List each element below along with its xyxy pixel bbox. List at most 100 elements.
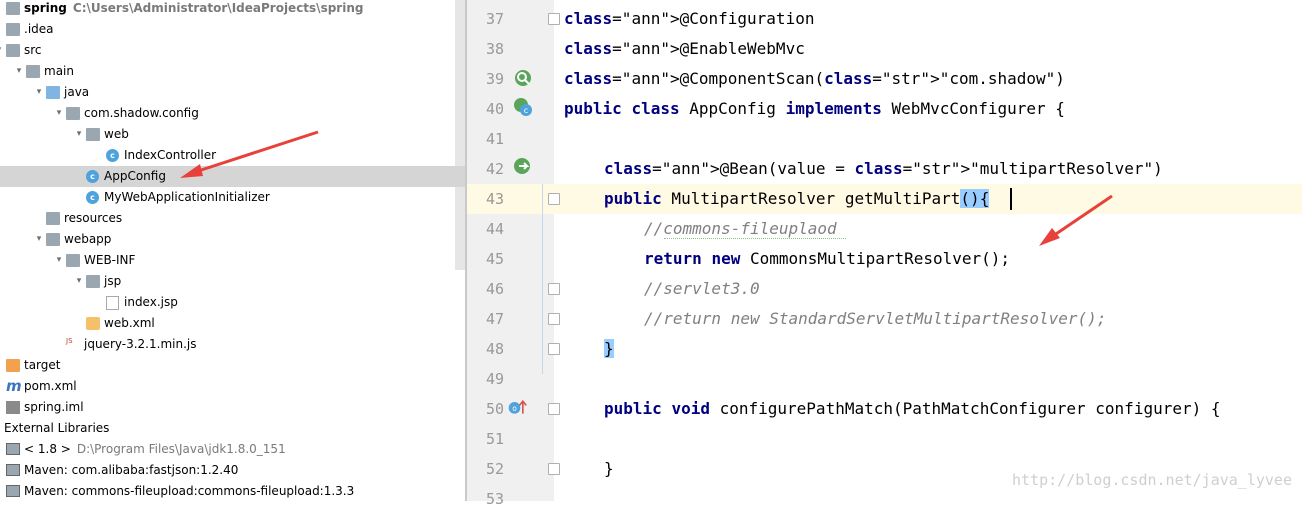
tree-item-label: WEB-INF — [84, 253, 136, 267]
text-caret — [1010, 188, 1012, 210]
code-line[interactable]: //commons-fileuplaod — [644, 214, 837, 244]
tree-item[interactable]: ▾ java — [0, 82, 465, 103]
tree-item[interactable]: m pom.xml — [0, 376, 465, 397]
fold-marker[interactable] — [548, 13, 560, 25]
tree-item-label: target — [24, 358, 61, 372]
js-icon: JS — [66, 338, 80, 351]
line-number: 53 — [485, 490, 504, 508]
tree-item[interactable]: ▾ WEB-INF — [0, 250, 465, 271]
package-icon — [66, 107, 80, 120]
indent-guide — [542, 184, 543, 374]
svg-text:o: o — [512, 404, 517, 413]
tree-item-label: com.shadow.config — [84, 106, 199, 120]
expand-arrow-icon[interactable]: ▾ — [0, 40, 5, 61]
tree-item[interactable]: spring C:\Users\Administrator\IdeaProject… — [0, 0, 465, 19]
class-icon: c — [86, 170, 99, 183]
line-number: 49 — [485, 370, 504, 388]
folder-icon — [66, 254, 80, 267]
spring-bean-class-icon[interactable]: c — [513, 97, 533, 117]
class-icon: c — [86, 191, 99, 204]
tree-item-label: External Libraries — [4, 421, 110, 435]
tree-item[interactable]: c MyWebApplicationInitializer — [0, 187, 465, 208]
web-folder-icon — [46, 233, 60, 246]
line-number: 52 — [485, 460, 504, 478]
watermark: http://blog.csdn.net/java_lyvee — [1012, 471, 1292, 489]
code-line[interactable]: class="ann">@Bean(value = class="str">"m… — [604, 154, 1163, 184]
code-line[interactable]: //return new StandardServletMultipartRes… — [644, 304, 1106, 334]
line-number: 50 — [485, 400, 504, 418]
expand-arrow-icon[interactable]: ▾ — [73, 271, 85, 292]
fold-marker[interactable] — [548, 313, 560, 325]
code-line[interactable]: class="ann">@ComponentScan(class="str">"… — [564, 64, 1065, 94]
expand-arrow-icon[interactable]: ▾ — [33, 82, 45, 103]
fold-marker[interactable] — [548, 283, 560, 295]
tree-item[interactable]: External Libraries — [0, 418, 465, 439]
spelling-squiggle — [664, 235, 846, 239]
fold-marker[interactable] — [548, 403, 560, 415]
tree-item[interactable]: Maven: com.alibaba:fastjson:1.2.40 — [0, 460, 465, 481]
tree-item[interactable]: c AppConfig — [0, 166, 465, 187]
line-number: 51 — [485, 430, 504, 448]
expand-arrow-icon[interactable]: ▾ — [53, 250, 65, 271]
folder-icon — [26, 65, 40, 78]
tree-item-label: MyWebApplicationInitializer — [104, 190, 270, 204]
spring-bean-method-icon[interactable] — [513, 157, 533, 177]
class-icon: c — [106, 149, 119, 162]
code-line[interactable]: return new CommonsMultipartResolver(); — [644, 244, 1010, 274]
code-line[interactable]: class="ann">@EnableWebMvc — [564, 34, 805, 64]
tree-item[interactable]: spring.iml — [0, 397, 465, 418]
tree-item[interactable]: resources — [0, 208, 465, 229]
expand-arrow-icon[interactable]: ▾ — [53, 103, 65, 124]
tree-item-label: src — [24, 43, 42, 57]
tree-item[interactable]: JS jquery-3.2.1.min.js — [0, 334, 465, 355]
line-number: 47 — [485, 310, 504, 328]
code-line[interactable]: public class AppConfig implements WebMvc… — [564, 94, 1065, 124]
code-line[interactable]: public MultipartResolver getMultiPart(){ — [604, 184, 990, 214]
code-line[interactable]: //servlet3.0 — [644, 274, 760, 304]
tree-item-label: spring C:\Users\Administrator\IdeaProject… — [24, 1, 364, 15]
tree-item[interactable]: ▾ web — [0, 124, 465, 145]
search-beans-icon[interactable] — [513, 68, 533, 88]
code-line[interactable]: } — [604, 454, 614, 484]
tree-item[interactable]: .idea — [0, 19, 465, 40]
jdk-path: D:\Program Files\Java\jdk1.8.0_151 — [76, 442, 286, 456]
xml-icon — [86, 317, 100, 330]
expand-arrow-icon[interactable]: ▾ — [73, 124, 85, 145]
tree-item[interactable]: web.xml — [0, 313, 465, 334]
expand-arrow-icon[interactable]: ▾ — [33, 229, 45, 250]
tree-item[interactable]: ▾ main — [0, 61, 465, 82]
tree-item[interactable]: c IndexController — [0, 145, 465, 166]
tree-item-label: main — [44, 64, 74, 78]
jsp-icon — [106, 296, 119, 310]
tree-item[interactable]: < 1.8 > D:\Program Files\Java\jdk1.8.0_15… — [0, 439, 465, 460]
tree-item[interactable]: ▾ webapp — [0, 229, 465, 250]
tree-item-label: < 1.8 > D:\Program Files\Java\jdk1.8.0_15… — [24, 442, 286, 456]
tree-item-label: java — [64, 85, 90, 99]
maven-icon: m — [6, 377, 22, 395]
fold-marker[interactable] — [548, 463, 560, 475]
project-tree-panel: spring C:\Users\Administrator\IdeaProject… — [0, 0, 465, 501]
tree-item[interactable]: ▾ src — [0, 40, 465, 61]
project-folder-icon — [6, 2, 20, 15]
tree-item-label: index.jsp — [124, 295, 178, 309]
tree-item[interactable]: ▾ jsp — [0, 271, 465, 292]
tree-item-label: .idea — [24, 22, 54, 36]
line-number: 37 — [485, 10, 504, 28]
expand-arrow-icon[interactable]: ▾ — [13, 61, 25, 82]
tree-item[interactable]: Maven: commons-fileupload:commons-fileup… — [0, 481, 465, 501]
iml-icon — [6, 401, 20, 414]
fold-marker[interactable] — [548, 343, 560, 355]
tree-item[interactable]: target — [0, 355, 465, 376]
line-number: 48 — [485, 340, 504, 358]
source-folder-icon — [46, 86, 60, 99]
code-line[interactable]: class="ann">@Configuration — [564, 4, 814, 34]
fold-marker[interactable] — [548, 193, 560, 205]
library-icon — [6, 464, 20, 476]
tree-item[interactable]: index.jsp — [0, 292, 465, 313]
tree-item[interactable]: ▾ com.shadow.config — [0, 103, 465, 124]
override-method-icon[interactable]: o — [507, 397, 527, 417]
code-line[interactable]: } — [604, 334, 614, 364]
tree-item-label: resources — [64, 211, 123, 225]
code-line[interactable]: public void configurePathMatch(PathMatch… — [604, 394, 1221, 424]
project-path: C:\Users\Administrator\IdeaProjects\spri… — [72, 1, 364, 15]
